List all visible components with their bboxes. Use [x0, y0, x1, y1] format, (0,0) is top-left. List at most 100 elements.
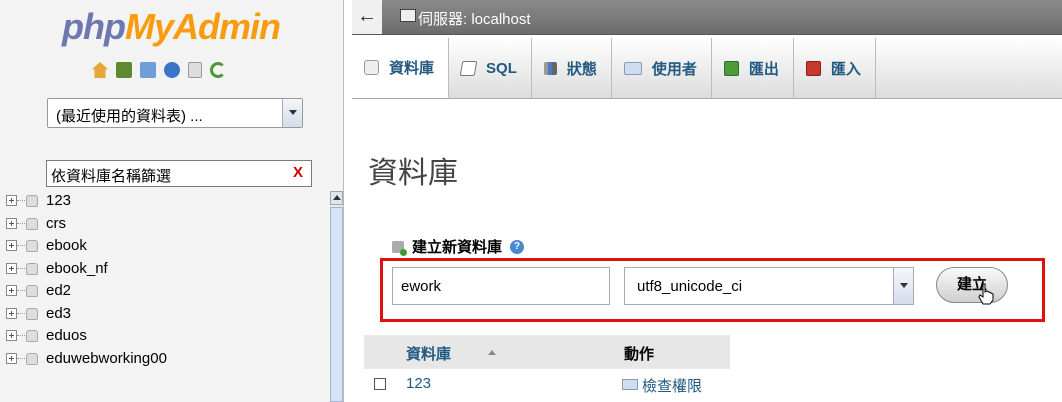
tree-connector — [17, 357, 25, 359]
database-name-input[interactable]: ework — [392, 267, 610, 305]
database-filter-input[interactable]: 依資料庫名稱篩選 X — [46, 160, 312, 187]
tree-connector — [17, 290, 25, 291]
tab-sql[interactable]: SQL — [449, 38, 532, 98]
chevron-down-icon[interactable] — [893, 268, 913, 304]
expand-icon[interactable] — [6, 240, 17, 251]
phpmyadmin-logo[interactable]: phpMyAdmin — [62, 6, 281, 48]
clear-filter-button[interactable]: X — [293, 164, 303, 181]
reload-icon[interactable] — [210, 62, 226, 78]
expand-icon[interactable] — [6, 262, 17, 274]
tab-label: 匯出 — [748, 60, 779, 78]
database-tree: 123 crs ebook ebook_nf ed2 ed3 eduos edu… — [0, 191, 330, 371]
tree-connector — [17, 245, 25, 246]
check-privileges-link[interactable]: 檢查權限 — [642, 375, 702, 396]
database-icon — [26, 352, 38, 365]
database-icon — [26, 195, 38, 207]
breadcrumb-server[interactable]: 伺服器: localhost — [418, 8, 531, 29]
tree-connector — [17, 335, 25, 336]
documentation-icon[interactable] — [188, 62, 202, 78]
status-icon — [543, 61, 557, 75]
breadcrumb-bar: ← 伺服器: localhost — [352, 0, 1062, 35]
tab-label: 資料庫 — [389, 60, 435, 77]
chevron-down-icon[interactable] — [282, 99, 302, 127]
create-database-text: 建立新資料庫 — [412, 239, 503, 256]
create-database-label: 建立新資料庫 ? — [392, 236, 525, 257]
tab-label: SQL — [486, 59, 517, 77]
tree-connector — [17, 200, 25, 201]
tree-item-label[interactable]: ebook_nf — [46, 260, 108, 277]
tree-item-label[interactable]: 123 — [46, 192, 71, 209]
tree-item-label[interactable]: ed2 — [46, 282, 71, 299]
logo-text-php: php — [62, 6, 126, 47]
tree-item[interactable]: 123 — [0, 191, 330, 214]
expand-icon[interactable] — [6, 195, 17, 206]
tab-users[interactable]: 使用者 — [612, 38, 712, 98]
help-icon[interactable]: ? — [510, 239, 525, 254]
expand-icon[interactable] — [6, 307, 17, 319]
tree-connector — [17, 312, 25, 314]
scrollbar-thumb[interactable] — [330, 207, 343, 402]
database-icon — [364, 60, 379, 75]
query-window-icon[interactable] — [140, 62, 156, 78]
tree-connector — [17, 222, 25, 224]
filter-text: 依資料庫名稱篩選 — [51, 168, 172, 185]
sql-icon — [459, 60, 478, 76]
column-header-action: 動作 — [624, 346, 655, 363]
scroll-up-icon[interactable] — [330, 191, 343, 205]
page-title: 資料庫 — [368, 157, 458, 190]
collation-select[interactable]: utf8_unicode_ci — [624, 267, 914, 305]
tree-scrollbar[interactable] — [330, 191, 343, 402]
logout-icon[interactable] — [116, 62, 132, 78]
export-icon — [723, 60, 739, 76]
tab-bar: 資料庫 SQL 狀態 使用者 匯出 匯入 — [352, 38, 1062, 99]
table-row: 123 檢查權限 — [364, 372, 730, 402]
tree-item-label[interactable]: crs — [46, 215, 66, 232]
tab-import[interactable]: 匯入 — [794, 38, 876, 98]
tree-item[interactable]: eduos — [0, 326, 330, 349]
recent-tables-select[interactable]: (最近使用的資料表) ... — [47, 98, 303, 128]
create-button[interactable]: 建立 — [936, 267, 1008, 303]
expand-icon[interactable] — [6, 352, 17, 364]
tree-item[interactable]: ebook — [0, 236, 330, 259]
row-database-link[interactable]: 123 — [406, 375, 431, 392]
tree-item[interactable]: ed3 — [0, 304, 330, 327]
home-icon[interactable] — [92, 62, 108, 78]
tree-item[interactable]: crs — [0, 214, 330, 237]
database-icon — [26, 285, 38, 297]
tree-item[interactable]: eduwebworking00 — [0, 349, 330, 372]
tab-label: 匯入 — [830, 60, 861, 78]
tab-label: 狀態 — [566, 60, 597, 78]
add-database-icon — [392, 240, 407, 256]
expand-icon[interactable] — [6, 285, 17, 296]
tab-label: 使用者 — [651, 60, 697, 78]
tree-item-label[interactable]: ebook — [46, 237, 87, 254]
tab-status[interactable]: 狀態 — [532, 38, 612, 98]
expand-icon[interactable] — [6, 330, 17, 341]
tree-item-label[interactable]: eduos — [46, 327, 87, 344]
tree-item[interactable]: ebook_nf — [0, 259, 330, 282]
tree-item-label[interactable]: ed3 — [46, 305, 71, 322]
collapse-nav-button[interactable]: ← — [352, 0, 382, 34]
server-icon — [400, 9, 416, 22]
column-header-database[interactable]: 資料庫 — [406, 343, 451, 364]
main-panel: ← 伺服器: localhost 資料庫 SQL 狀態 使用者 匯出 匯入 資料… — [352, 0, 1062, 402]
database-icon — [26, 262, 38, 275]
database-name-value: ework — [401, 278, 442, 295]
help-icon[interactable] — [164, 62, 180, 78]
tab-databases[interactable]: 資料庫 — [352, 38, 450, 98]
users-icon — [623, 61, 642, 75]
tab-export[interactable]: 匯出 — [712, 38, 794, 98]
row-checkbox[interactable] — [374, 378, 386, 390]
database-icon — [26, 307, 38, 320]
tree-item-label[interactable]: eduwebworking00 — [46, 350, 167, 367]
navigation-panel: phpMyAdmin (最近使用的資料表) ... 依資料庫名稱篩選 X 123… — [0, 0, 344, 402]
expand-icon[interactable] — [6, 217, 17, 229]
logo-text-myadmin: MyAdmin — [124, 6, 281, 47]
recent-tables-value: (最近使用的資料表) ... — [56, 108, 203, 125]
database-icon — [26, 240, 38, 252]
tree-item[interactable]: ed2 — [0, 281, 330, 304]
import-icon — [805, 60, 821, 76]
collation-value: utf8_unicode_ci — [637, 278, 743, 295]
privileges-icon — [622, 379, 638, 390]
sort-asc-icon[interactable] — [488, 350, 496, 355]
